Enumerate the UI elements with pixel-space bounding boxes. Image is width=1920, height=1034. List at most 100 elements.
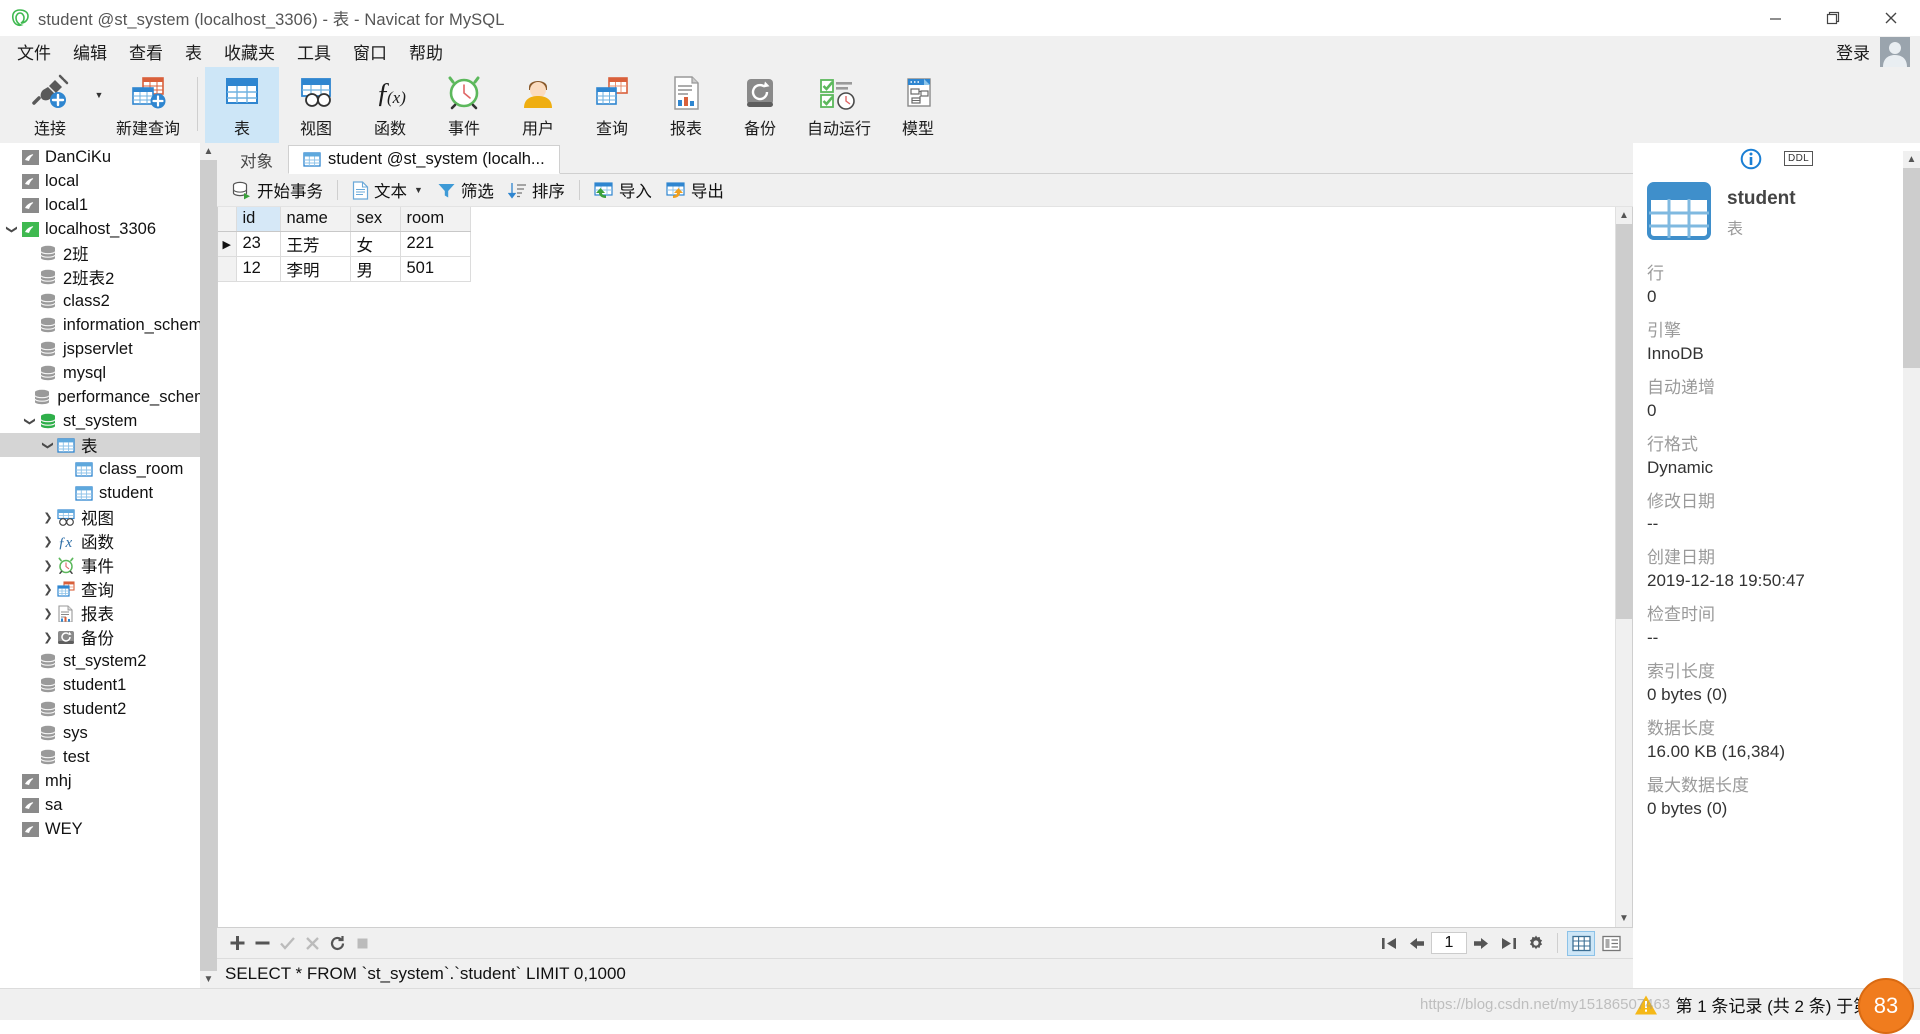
tree-item-st_system[interactable]: ❯st_system: [0, 409, 217, 433]
column-header-room[interactable]: room: [400, 207, 470, 231]
menu-edit[interactable]: 编辑: [62, 36, 118, 67]
row-marker[interactable]: ▶: [218, 231, 236, 256]
import-button[interactable]: 导入: [587, 177, 659, 203]
tree-item-表[interactable]: ❯表: [0, 433, 217, 457]
tree-item-information_schema[interactable]: information_schema: [0, 313, 217, 337]
delete-record-button[interactable]: [250, 930, 275, 956]
cancel-change-button[interactable]: [300, 930, 325, 956]
warning-icon[interactable]: [1616, 994, 1676, 1016]
grid-scroll-down-icon[interactable]: ▼: [1616, 910, 1632, 927]
floating-badge[interactable]: 83: [1858, 978, 1914, 1034]
menu-tools[interactable]: 工具: [286, 36, 342, 67]
info-scroll-up-icon[interactable]: ▲: [1903, 151, 1920, 168]
sidebar-scroll-down-icon[interactable]: ▼: [200, 971, 217, 988]
sidebar-scroll-up-icon[interactable]: ▲: [200, 143, 217, 160]
tree-item-class2[interactable]: class2: [0, 289, 217, 313]
login-link[interactable]: 登录: [1836, 39, 1870, 64]
toolbar-event[interactable]: 事件: [427, 67, 501, 143]
tree-item-student1[interactable]: student1: [0, 673, 217, 697]
data-grid-table[interactable]: idnamesexroom▶23王芳女22112李明男501: [218, 207, 471, 282]
toolbar-new-query[interactable]: 新建查询: [106, 67, 190, 143]
chevron-right-icon[interactable]: ❯: [40, 607, 56, 620]
text-dropdown-caret[interactable]: ▼: [414, 185, 423, 195]
tree-item-sys[interactable]: sys: [0, 721, 217, 745]
refresh-button[interactable]: [325, 930, 350, 956]
grid-scroll-track[interactable]: [1616, 224, 1632, 910]
chevron-down-icon[interactable]: ❯: [24, 413, 37, 429]
toolbar-model[interactable]: 模型: [881, 67, 955, 143]
tree-item-报表[interactable]: ❯报表: [0, 601, 217, 625]
toolbar-backup[interactable]: 备份: [723, 67, 797, 143]
info-scroll-thumb[interactable]: [1903, 168, 1920, 368]
grid-vertical-scrollbar[interactable]: ▲ ▼: [1615, 207, 1632, 927]
tree-item-st_system2[interactable]: st_system2: [0, 649, 217, 673]
tree-item-函数[interactable]: ❯ƒx函数: [0, 529, 217, 553]
tree-item-2班[interactable]: 2班: [0, 241, 217, 265]
column-header-sex[interactable]: sex: [350, 207, 400, 231]
tree-item-事件[interactable]: ❯事件: [0, 553, 217, 577]
toolbar-user[interactable]: 用户: [501, 67, 575, 143]
sort-button[interactable]: 排序: [501, 177, 572, 203]
grid-scroll-up-icon[interactable]: ▲: [1616, 207, 1632, 224]
form-view-toggle[interactable]: [1597, 931, 1625, 956]
filter-button[interactable]: 筛选: [430, 177, 501, 203]
table-row[interactable]: ▶23王芳女221: [218, 231, 470, 256]
toolbar-report[interactable]: 报表: [649, 67, 723, 143]
tree-item-local1[interactable]: local1: [0, 193, 217, 217]
toolbar-query[interactable]: 查询: [575, 67, 649, 143]
menu-file[interactable]: 文件: [6, 36, 62, 67]
chevron-down-icon[interactable]: ❯: [42, 437, 55, 453]
data-grid[interactable]: idnamesexroom▶23王芳女22112李明男501: [218, 207, 1615, 927]
tree-item-WEY[interactable]: WEY: [0, 817, 217, 841]
sidebar-scroll-thumb[interactable]: [200, 160, 217, 971]
cell-id[interactable]: 23: [236, 231, 280, 256]
cell-sex[interactable]: 男: [350, 256, 400, 281]
tree-item-DanCiKu[interactable]: DanCiKu: [0, 145, 217, 169]
tree-item-local[interactable]: local: [0, 169, 217, 193]
page-number-input[interactable]: 1: [1431, 932, 1467, 954]
tree-item-jspservlet[interactable]: jspservlet: [0, 337, 217, 361]
tree-item-student2[interactable]: student2: [0, 697, 217, 721]
row-marker[interactable]: [218, 256, 236, 281]
tree-item-mhj[interactable]: mhj: [0, 769, 217, 793]
close-button[interactable]: [1862, 0, 1920, 36]
next-record-button[interactable]: [1469, 930, 1494, 956]
connection-dropdown-caret[interactable]: ▼: [92, 67, 106, 143]
tree-item-mysql[interactable]: mysql: [0, 361, 217, 385]
chevron-right-icon[interactable]: ❯: [40, 559, 56, 572]
grid-settings-button[interactable]: [1523, 930, 1548, 956]
chevron-right-icon[interactable]: ❯: [40, 583, 56, 596]
apply-change-button[interactable]: [275, 930, 300, 956]
ddl-tab-button[interactable]: DDL: [1784, 151, 1813, 166]
toolbar-function[interactable]: ƒ (x) 函数: [353, 67, 427, 143]
info-icon[interactable]: [1740, 148, 1762, 170]
cell-name[interactable]: 李明: [280, 256, 350, 281]
toolbar-view[interactable]: 视图: [279, 67, 353, 143]
grid-view-toggle[interactable]: [1567, 931, 1595, 956]
grid-scroll-thumb[interactable]: [1616, 224, 1633, 619]
tree-item-class_room[interactable]: class_room: [0, 457, 217, 481]
tree-item-查询[interactable]: ❯查询: [0, 577, 217, 601]
table-row[interactable]: 12李明男501: [218, 256, 470, 281]
menu-window[interactable]: 窗口: [342, 36, 398, 67]
tab-student-table[interactable]: student @st_system (localh...: [288, 145, 560, 174]
previous-record-button[interactable]: [1404, 930, 1429, 956]
chevron-right-icon[interactable]: ❯: [40, 631, 56, 644]
cell-room[interactable]: 221: [400, 231, 470, 256]
first-record-button[interactable]: [1377, 930, 1402, 956]
column-header-name[interactable]: name: [280, 207, 350, 231]
tree-item-localhost_3306[interactable]: ❯localhost_3306: [0, 217, 217, 241]
last-record-button[interactable]: [1496, 930, 1521, 956]
chevron-right-icon[interactable]: ❯: [40, 511, 56, 524]
chevron-right-icon[interactable]: ❯: [40, 535, 56, 548]
toolbar-automation[interactable]: 自动运行: [797, 67, 881, 143]
minimize-button[interactable]: [1746, 0, 1804, 36]
begin-transaction-button[interactable]: 开始事务: [225, 177, 330, 203]
menu-favorites[interactable]: 收藏夹: [213, 36, 286, 67]
menu-help[interactable]: 帮助: [398, 36, 454, 67]
add-record-button[interactable]: [225, 930, 250, 956]
avatar[interactable]: [1880, 37, 1910, 67]
toolbar-connection[interactable]: 连接: [8, 67, 92, 143]
column-header-id[interactable]: id: [236, 207, 280, 231]
tree-item-2班表2[interactable]: 2班表2: [0, 265, 217, 289]
